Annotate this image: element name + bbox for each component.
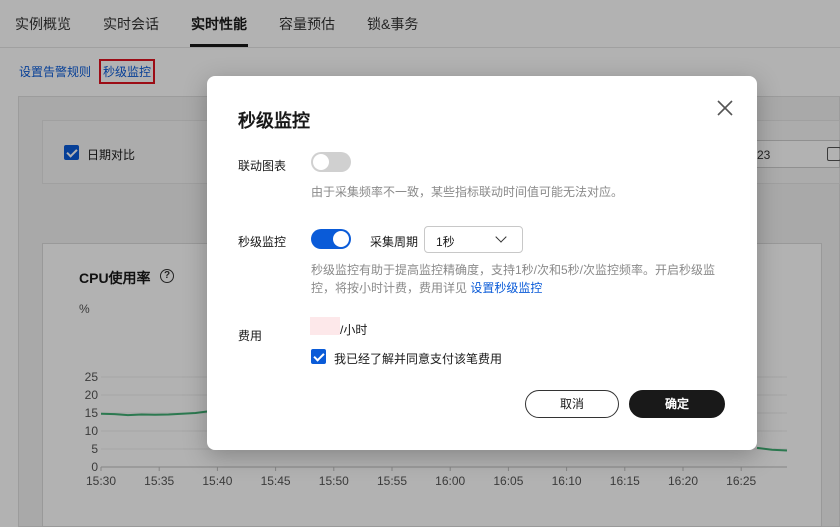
second-monitor-hint: 秒级监控有助于提高监控精确度，支持1秒/次和5秒/次监控频率。开启秒级监控，将按…	[311, 261, 731, 297]
second-monitor-toggle[interactable]	[311, 229, 351, 249]
agree-checkbox[interactable]	[311, 349, 326, 364]
period-select[interactable]: 1秒	[424, 226, 523, 253]
toggle-knob	[333, 231, 349, 247]
fee-label: 费用	[238, 329, 263, 343]
fee-amount	[310, 317, 340, 335]
second-monitor-settings-link[interactable]: 设置秒级监控	[470, 281, 542, 295]
cancel-button[interactable]: 取消	[525, 390, 619, 418]
linked-chart-toggle[interactable]	[311, 152, 351, 172]
fee-unit: /小时	[340, 323, 368, 337]
linked-chart-label: 联动图表	[238, 159, 287, 173]
second-monitor-label: 秒级监控	[238, 235, 287, 249]
period-label: 采集周期	[370, 235, 419, 249]
toggle-knob	[313, 154, 329, 170]
second-monitor-dialog: 秒级监控 联动图表 由于采集频率不一致，某些指标联动时间值可能无法对应。 秒级监…	[207, 76, 757, 450]
linked-chart-hint: 由于采集频率不一致，某些指标联动时间值可能无法对应。	[311, 185, 624, 199]
close-icon[interactable]	[715, 98, 735, 118]
chevron-down-icon	[495, 231, 507, 243]
confirm-button[interactable]: 确定	[629, 390, 725, 418]
dialog-title: 秒级监控	[238, 111, 310, 131]
agree-label: 我已经了解并同意支付该笔费用	[334, 352, 503, 366]
period-value: 1秒	[436, 235, 455, 249]
